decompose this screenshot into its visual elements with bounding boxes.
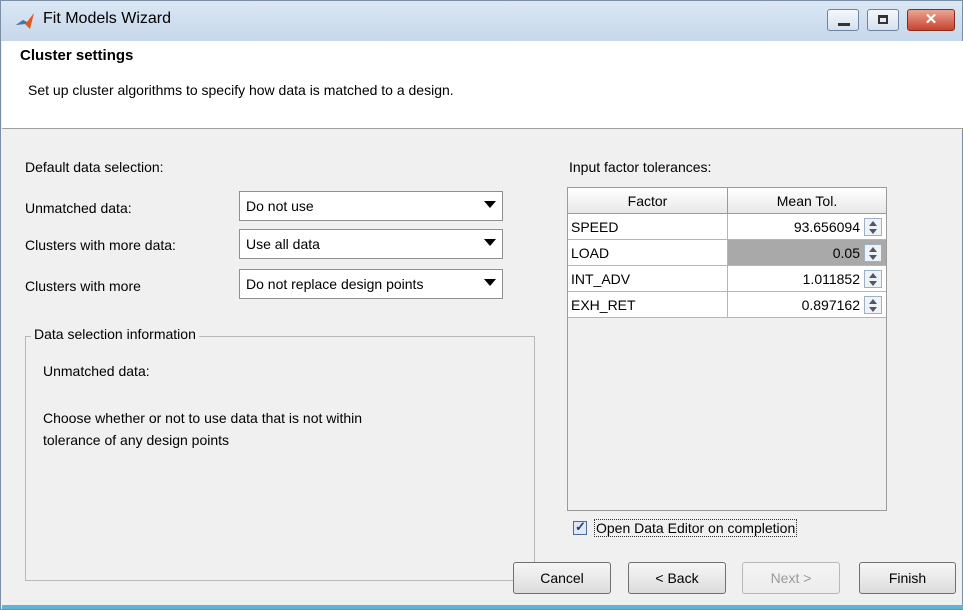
tolerance-value: 0.05: [832, 245, 860, 261]
clusters-more-data-dropdown[interactable]: Use all data: [239, 229, 503, 259]
table-row: SPEED 93.656094: [568, 214, 886, 240]
clusters-more-dropdown[interactable]: Do not replace design points: [239, 269, 503, 299]
tolerances-heading: Input factor tolerances:: [569, 159, 712, 175]
unmatched-data-label: Unmatched data:: [25, 200, 132, 216]
table-row: LOAD 0.05: [568, 240, 886, 266]
window-bottom-border: [2, 605, 963, 609]
open-editor-checkbox[interactable]: ✓: [573, 519, 587, 535]
clusters-more-label: Clusters with more: [25, 278, 141, 294]
close-icon: ✕: [924, 11, 938, 28]
close-button[interactable]: ✕: [907, 9, 955, 31]
info-group-legend: Data selection information: [31, 326, 199, 342]
wizard-header: Cluster settings Set up cluster algorith…: [2, 41, 963, 129]
clusters-more-data-label: Clusters with more data:: [25, 237, 176, 253]
wizard-window: Fit Models Wizard ✕ Cluster settings Set…: [0, 0, 963, 610]
tolerance-cell[interactable]: 93.656094: [728, 214, 886, 240]
table-row: EXH_RET 0.897162: [568, 292, 886, 318]
finish-button[interactable]: Finish: [859, 562, 956, 594]
column-header-factor[interactable]: Factor: [568, 188, 728, 214]
info-line-1: Choose whether or not to use data that i…: [43, 410, 363, 426]
factor-cell[interactable]: EXH_RET: [568, 292, 728, 318]
tolerance-value: 0.897162: [801, 297, 860, 313]
tolerance-value: 1.011852: [802, 271, 860, 287]
spinner-icon[interactable]: [864, 270, 882, 288]
clusters-more-value: Do not replace design points: [246, 276, 424, 292]
tolerance-table: Factor Mean Tol. SPEED 93.656094 LOAD 0.…: [567, 187, 887, 511]
factor-cell[interactable]: LOAD: [568, 240, 728, 266]
tolerance-cell-selected[interactable]: 0.05: [728, 240, 886, 266]
column-header-mean-tol[interactable]: Mean Tol.: [728, 188, 886, 214]
unmatched-data-value: Do not use: [246, 198, 314, 214]
page-subtitle: Set up cluster algorithms to specify how…: [28, 82, 454, 98]
dropdown-arrow-icon: [484, 279, 496, 286]
page-title: Cluster settings: [20, 47, 134, 64]
minimize-button[interactable]: [827, 9, 859, 31]
spinner-icon[interactable]: [864, 296, 882, 314]
maximize-icon: [878, 15, 888, 24]
maximize-button[interactable]: [867, 9, 899, 31]
dropdown-arrow-icon: [484, 201, 496, 208]
unmatched-data-dropdown[interactable]: Do not use: [239, 191, 503, 221]
spinner-icon[interactable]: [864, 218, 882, 236]
back-button[interactable]: < Back: [628, 562, 726, 594]
table-row: INT_ADV 1.011852: [568, 266, 886, 292]
factor-cell[interactable]: SPEED: [568, 214, 728, 240]
window-title: Fit Models Wizard: [43, 10, 172, 27]
factor-cell[interactable]: INT_ADV: [568, 266, 728, 292]
checkmark-icon: ✓: [575, 519, 586, 534]
tolerance-cell[interactable]: 1.011852: [728, 266, 886, 292]
minimize-icon: [838, 23, 850, 26]
clusters-more-data-value: Use all data: [246, 236, 320, 252]
dropdown-arrow-icon: [484, 239, 496, 246]
tolerance-cell[interactable]: 0.897162: [728, 292, 886, 318]
title-bar[interactable]: Fit Models Wizard ✕: [1, 1, 962, 41]
cancel-button[interactable]: Cancel: [513, 562, 611, 594]
spinner-icon[interactable]: [864, 244, 882, 262]
info-title: Unmatched data:: [43, 363, 150, 379]
open-editor-label[interactable]: Open Data Editor on completion: [594, 519, 798, 537]
tolerance-value: 93.656094: [793, 219, 860, 235]
matlab-logo-icon: [16, 13, 34, 29]
info-line-2: tolerance of any design points: [43, 432, 230, 448]
data-selection-heading: Default data selection:: [25, 159, 164, 175]
next-button[interactable]: Next >: [742, 562, 840, 594]
